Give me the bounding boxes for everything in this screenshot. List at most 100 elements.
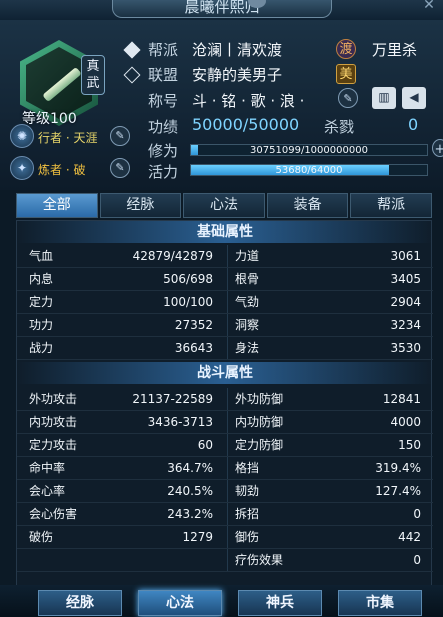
attribute-row: 外功攻击 21137-22589 外功防御 12841 (17, 388, 433, 411)
tab-all[interactable]: 全部 (16, 193, 98, 218)
alliance-tag-icon: 美 (336, 64, 356, 84)
attribute-name: 洞察 (235, 318, 260, 332)
rank-badge: 真 武 (81, 55, 105, 95)
barcode-icon[interactable]: ▥ (372, 87, 396, 109)
guild-extra: 万里杀 (372, 41, 418, 59)
title-value: 斗 · 铭 · 歌 · 浪 · (192, 92, 305, 110)
attribute-value: 3061 (390, 249, 421, 263)
guild-label: 帮派 (148, 41, 179, 59)
attribute-value: 150 (398, 438, 421, 452)
alliance-diamond-icon (123, 66, 141, 84)
plus-icon[interactable]: + (432, 139, 443, 157)
edit-pen-icon[interactable]: ✎ (110, 158, 130, 178)
attribute-name: 力道 (235, 249, 260, 263)
attribute-value: 243.2% (167, 507, 213, 521)
basic-attributes-grid: 气血 42879/42879 力道 3061 内息 506/698 根骨 3405 定力 100/… (17, 245, 433, 360)
attribute-value: 27352 (174, 318, 213, 332)
attribute-value: 442 (398, 530, 421, 544)
column-divider (227, 388, 228, 410)
attribute-name: 外功攻击 (29, 392, 78, 406)
tab-meridian[interactable]: 经脉 (99, 193, 182, 218)
nav-divine-weapon-button[interactable]: 神兵 (238, 590, 322, 616)
attribute-value: 506/698 (163, 272, 213, 286)
nav-mind-method-button[interactable]: 心法 (138, 590, 222, 616)
attribute-row: 破伤 1279 御伤 442 (17, 526, 433, 549)
edit-title-pen-icon[interactable]: ✎ (338, 88, 358, 108)
attribute-row: 气血 42879/42879 力道 3061 (17, 245, 433, 268)
attribute-value: 0 (413, 507, 421, 521)
attribute-name: 战力 (29, 341, 54, 355)
kill-value: 0 (408, 115, 419, 134)
attribute-name: 韧劲 (235, 484, 260, 498)
attribute-value: 4000 (390, 415, 421, 429)
alliance-label: 联盟 (148, 66, 179, 84)
column-divider (227, 314, 228, 336)
column-divider (227, 480, 228, 502)
column-divider (227, 434, 228, 456)
column-divider (227, 457, 228, 479)
attribute-row: 定力 100/100 气劲 2904 (17, 291, 433, 314)
attribute-value: 3234 (390, 318, 421, 332)
cultivation-label: 修为 (148, 142, 179, 160)
guild-eye-icon (123, 41, 141, 59)
attribute-value (107, 549, 213, 572)
window-title-plate: 晨曦伴熙归 (112, 0, 332, 18)
nav-meridian-button[interactable]: 经脉 (38, 590, 122, 616)
attribute-name: 会心率 (29, 484, 66, 498)
tab-mind-method[interactable]: 心法 (183, 193, 265, 218)
share-icon[interactable]: ◀ (402, 87, 426, 109)
sword-icon (42, 66, 82, 103)
attribute-name: 气血 (29, 249, 54, 263)
nav-market-button[interactable]: 市集 (338, 590, 422, 616)
attribute-row: 定力攻击 60 定力防御 150 (17, 434, 433, 457)
column-divider (227, 291, 228, 313)
attribute-value: 240.5% (167, 484, 213, 498)
attribute-name: 功力 (29, 318, 54, 332)
close-icon[interactable]: ✕ (418, 0, 440, 12)
attribute-name: 定力防御 (235, 438, 284, 452)
skill-path-2[interactable]: ✦ 炼者 · 破 ✎ (10, 156, 134, 182)
merit-value: 50000/50000 (192, 115, 300, 134)
attribute-value: 127.4% (375, 484, 421, 498)
attribute-value: 3405 (390, 272, 421, 286)
tab-guild[interactable]: 帮派 (350, 193, 432, 218)
vitality-bar: 53680/64000 (190, 164, 428, 176)
combat-attributes-grid: 外功攻击 21137-22589 外功防御 12841 内功攻击 3436-3713 内功防… (17, 388, 433, 572)
skill-path-2-label: 炼者 · 破 (38, 163, 86, 177)
vitality-text: 53680/64000 (275, 165, 343, 176)
profile-header: 等级100 真 武 ✺ 行者 · 天涯 ✎ ✦ 炼者 · 破 ✎ 帮派 沧澜丨清… (0, 20, 443, 190)
column-divider (227, 549, 228, 571)
title-bar: 晨曦伴熙归 ✕ (0, 0, 443, 20)
attribute-panel: 基础属性 气血 42879/42879 力道 3061 内息 506/698 根骨 3405 定… (16, 220, 433, 590)
attribute-row: 内息 506/698 根骨 3405 (17, 268, 433, 291)
attribute-name: 命中率 (29, 461, 66, 475)
attribute-name: 内功攻击 (29, 415, 78, 429)
attribute-name: 气劲 (235, 295, 260, 309)
attribute-value: 0 (413, 553, 421, 567)
attribute-row: 功力 27352 洞察 3234 (17, 314, 433, 337)
attribute-name: 御伤 (235, 530, 260, 544)
column-divider (227, 337, 228, 359)
attribute-name: 根骨 (235, 272, 260, 286)
attribute-value: 3436-3713 (147, 415, 213, 429)
attribute-name: 会心伤害 (29, 507, 78, 521)
attribute-row: 命中率 364.7% 格挡 319.4% (17, 457, 433, 480)
attribute-value: 319.4% (375, 461, 421, 475)
column-divider (227, 526, 228, 548)
guild-value[interactable]: 沧澜丨清欢渡 (192, 39, 282, 60)
tab-equipment[interactable]: 装备 (266, 193, 349, 218)
attribute-name: 破伤 (29, 530, 54, 544)
attribute-name (29, 549, 109, 572)
edit-pen-icon[interactable]: ✎ (110, 126, 130, 146)
column-divider (227, 268, 228, 290)
attribute-row: 疗伤效果 0 (17, 549, 433, 572)
attribute-value: 60 (197, 438, 213, 452)
attribute-name: 内息 (29, 272, 54, 286)
attribute-name: 疗伤效果 (235, 553, 284, 567)
alliance-value[interactable]: 安静的美男子 (192, 64, 282, 85)
skill-path-1[interactable]: ✺ 行者 · 天涯 ✎ (10, 124, 134, 150)
gear-icon: ✺ (10, 124, 34, 148)
column-divider (227, 503, 228, 525)
attribute-row: 内功攻击 3436-3713 内功防御 4000 (17, 411, 433, 434)
attribute-row: 会心伤害 243.2% 拆招 0 (17, 503, 433, 526)
